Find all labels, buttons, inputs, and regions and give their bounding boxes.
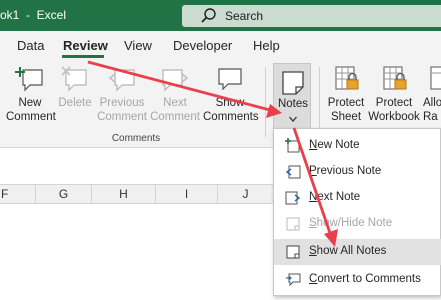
menu-item-label: New Note (309, 139, 360, 151)
allow-edit-ranges-button[interactable]: Allo Ra (423, 65, 441, 124)
menu-item-label: Next Note (309, 191, 361, 203)
notes-label: Notes (277, 98, 309, 110)
protect-sheet-label-1: Protect (327, 97, 365, 109)
ribbon-tabs: Data Review View Developer Help (0, 31, 441, 61)
show-comments-label-2: Comments (203, 111, 259, 123)
next-comment-icon (162, 69, 189, 92)
protect-sheet-button[interactable]: Protect Sheet (325, 65, 367, 124)
show-all-notes-icon (286, 245, 300, 259)
search-label: Search (225, 9, 264, 23)
menu-item-label: Show/Hide Note (309, 217, 393, 229)
menu-item-show-all-notes[interactable]: Show All Notes (274, 239, 441, 265)
group-separator (319, 67, 320, 137)
protect-workbook-label-1: Protect (375, 97, 413, 109)
window-title: ok1 - Excel (0, 8, 67, 22)
menu-item-show-hide-note[interactable]: Show/Hide Note (274, 211, 441, 237)
allow-ranges-icon (430, 66, 441, 90)
delete-comment-button[interactable]: Delete (57, 65, 93, 110)
delete-comment-icon (61, 66, 87, 92)
column-header[interactable]: G (36, 185, 92, 204)
delete-comment-label: Delete (58, 97, 92, 109)
protect-workbook-label-2: Workbook (368, 111, 420, 123)
search-box[interactable]: Search (182, 5, 441, 27)
allow-ranges-label-2: Ra (423, 111, 438, 123)
next-comment-label-1: Next (163, 97, 187, 109)
notes-icon (282, 71, 304, 95)
next-comment-button[interactable]: Next Comment (150, 65, 200, 124)
menu-item-label: Show All Notes (309, 245, 387, 257)
protect-sheet-icon (335, 66, 359, 90)
menu-item-convert-to-comments[interactable]: Convert to Comments (274, 267, 441, 293)
new-comment-label-2: Comment (6, 111, 56, 123)
previous-comment-label-2: Comment (97, 111, 147, 123)
previous-comment-button[interactable]: Previous Comment (96, 65, 148, 124)
tab-help[interactable]: Help (253, 38, 280, 53)
active-tab-indicator (62, 55, 104, 58)
allow-ranges-label-1: Allo (423, 97, 441, 109)
menu-item-previous-note[interactable]: Previous Note (274, 159, 441, 185)
search-icon (201, 8, 216, 23)
protect-workbook-button[interactable]: Protect Workbook (367, 65, 421, 124)
menu-item-next-note[interactable]: Next Note (274, 185, 441, 211)
comments-group-label: Comments (111, 133, 161, 144)
column-header[interactable]: F (0, 185, 36, 204)
chevron-down-icon (289, 116, 297, 122)
show-comments-label-1: Show (215, 97, 245, 109)
previous-comment-label-1: Previous (99, 97, 145, 109)
show-comments-icon (218, 68, 242, 91)
protect-sheet-label-2: Sheet (330, 111, 362, 123)
menu-item-label: Previous Note (309, 165, 382, 177)
column-header[interactable]: J (218, 185, 274, 204)
convert-to-comments-icon (286, 273, 301, 287)
show-comments-button[interactable]: Show Comments (203, 65, 259, 124)
previous-note-icon (285, 165, 301, 179)
previous-comment-icon (108, 69, 135, 92)
tab-review[interactable]: Review (63, 38, 108, 53)
show-hide-note-icon (286, 217, 300, 231)
title-bar: ok1 - Excel Search (0, 0, 441, 31)
tab-developer[interactable]: Developer (173, 38, 232, 53)
menu-item-new-note[interactable]: New Note (274, 133, 441, 159)
menu-item-label: Convert to Comments (309, 273, 421, 285)
next-note-icon (285, 191, 301, 205)
protect-workbook-icon (383, 66, 407, 90)
column-header[interactable]: H (92, 185, 156, 204)
next-comment-label-2: Comment (150, 111, 200, 123)
notes-dropdown-menu: New Note Previous Note Next Note Show/Hi… (273, 128, 441, 296)
new-note-icon (285, 138, 300, 153)
tab-data[interactable]: Data (17, 38, 44, 53)
new-comment-button[interactable]: New Comment (6, 65, 56, 124)
group-separator (265, 67, 266, 137)
column-header[interactable]: I (156, 185, 218, 204)
tab-view[interactable]: View (124, 38, 152, 53)
new-comment-label-1: New (18, 97, 42, 109)
new-comment-icon (15, 67, 43, 92)
